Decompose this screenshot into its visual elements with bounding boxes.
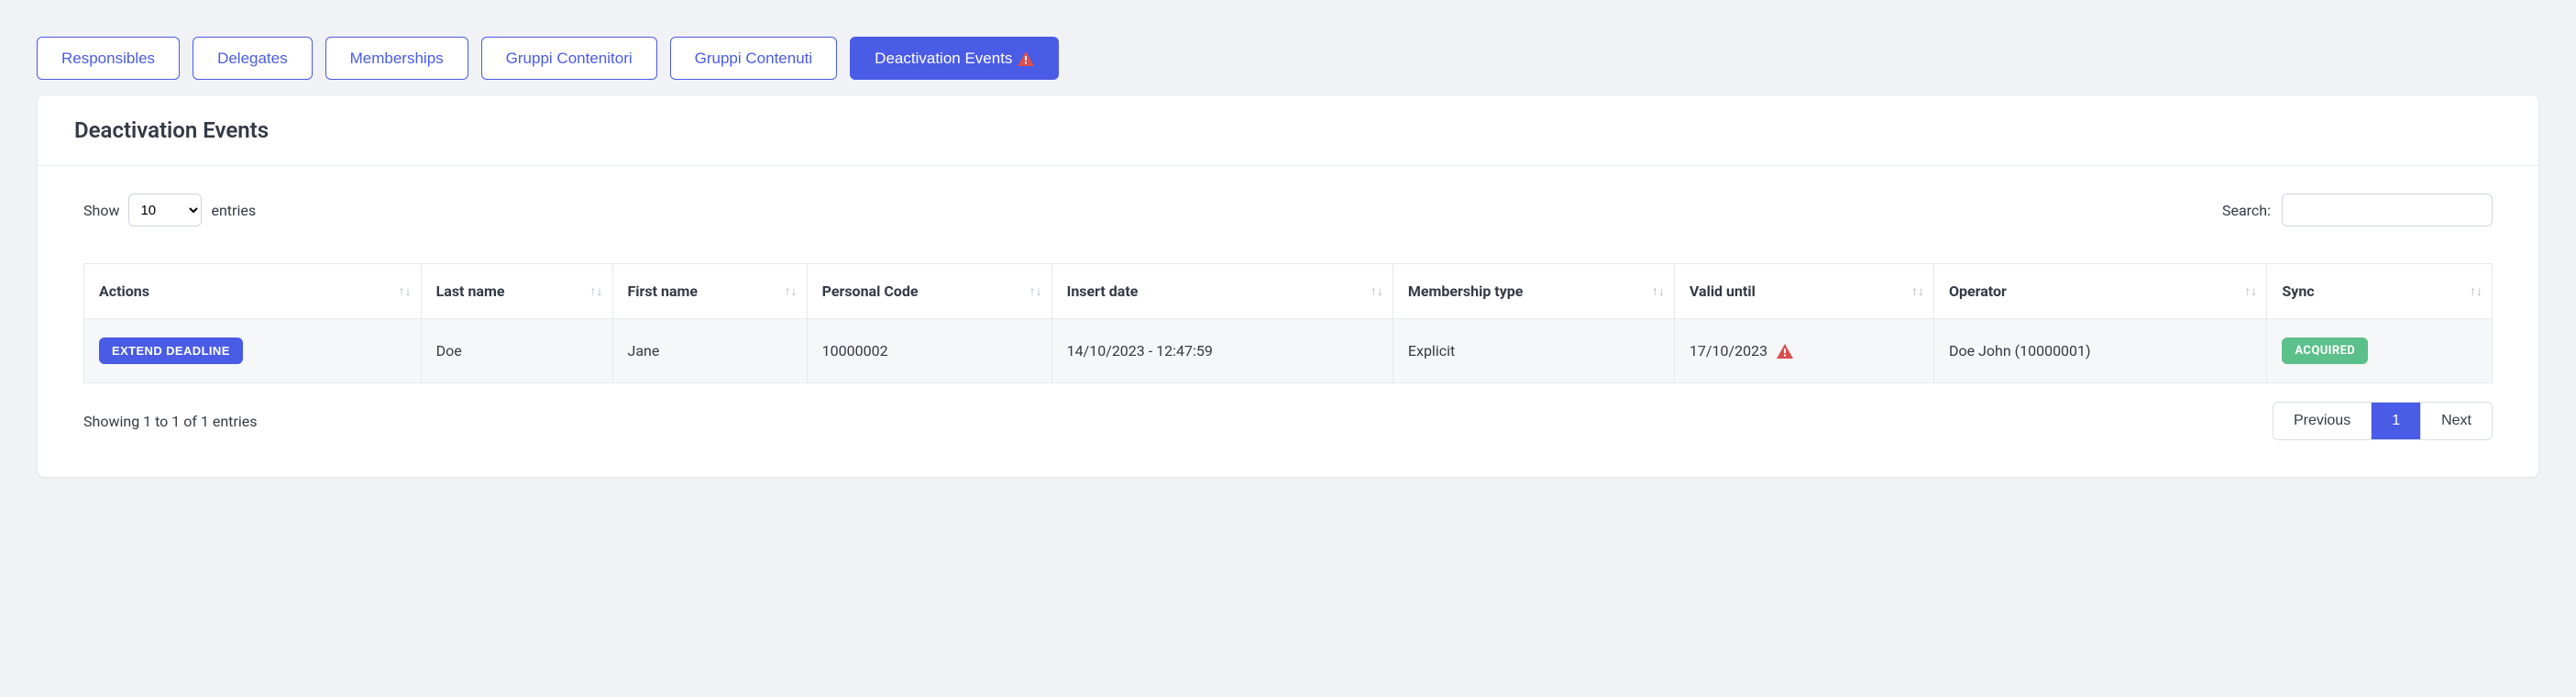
tab-memberships[interactable]: Memberships [325,37,468,80]
warning-icon [1018,51,1034,66]
sort-arrows-icon: ↑↓ [1371,285,1383,298]
tab-gruppi-contenuti[interactable]: Gruppi Contenuti [670,37,838,80]
page-size-select[interactable]: 10 [128,194,202,227]
sort-arrows-icon: ↑↓ [785,285,798,298]
column-label: Insert date [1067,282,1139,300]
column-label: Membership type [1408,282,1524,300]
search-input[interactable] [2282,194,2493,227]
column-header-sync[interactable]: Sync ↑↓ [2267,264,2493,319]
sync-badge: ACQUIRED [2282,337,2368,364]
cell-personal-code: 10000002 [807,319,1051,383]
entries-control: Show 10 entries [83,194,256,227]
column-label: Actions [99,282,149,300]
cell-membership-type: Explicit [1393,319,1674,383]
tab-label: Delegates [217,50,288,66]
tab-delegates[interactable]: Delegates [193,37,313,80]
column-label: Personal Code [822,282,919,300]
search-label: Search: [2222,202,2271,219]
cell-first-name: Jane [612,319,807,383]
tab-label: Gruppi Contenuti [695,50,813,66]
tab-responsibles[interactable]: Responsibles [37,37,180,80]
deactivation-events-panel: Deactivation Events Show 10 entries Sear… [37,94,2539,478]
cell-last-name: Doe [421,319,612,383]
cell-valid-until: 17/10/2023 [1674,319,1933,383]
cell-sync: ACQUIRED [2267,319,2493,383]
cell-actions: EXTEND DEADLINE [84,319,422,383]
column-header-valid-until[interactable]: Valid until ↑↓ [1674,264,1933,319]
show-label-before: Show [83,202,119,219]
cell-insert-date: 14/10/2023 - 12:47:59 [1051,319,1393,383]
sort-arrows-icon: ↑↓ [1029,285,1042,298]
column-label: Last name [436,282,505,300]
valid-until-text: 17/10/2023 [1690,342,1767,360]
previous-page-button[interactable]: Previous [2273,403,2372,439]
column-header-operator[interactable]: Operator ↑↓ [1933,264,2266,319]
tab-deactivation-events[interactable]: Deactivation Events [850,37,1059,80]
tab-label: Memberships [350,50,444,66]
column-label: Operator [1949,282,2007,300]
sort-arrows-icon: ↑↓ [590,285,603,298]
sort-arrows-icon: ↑↓ [1911,285,1924,298]
page-number-button[interactable]: 1 [2372,403,2421,439]
events-table: Actions↑↓Last name↑↓First name↑↓Personal… [83,263,2493,383]
tabs-bar: Responsibles Delegates Memberships Gruppi C… [37,37,2539,80]
column-header-personal-code[interactable]: Personal Code ↑↓ [807,264,1051,319]
tab-label: Gruppi Contenitori [506,50,633,66]
sort-arrows-icon: ↑↓ [2470,285,2482,298]
next-page-button[interactable]: Next [2421,403,2492,439]
pagination: Previous1Next [2273,402,2493,440]
panel-title: Deactivation Events [38,95,2538,166]
tab-label: Deactivation Events [875,50,1012,66]
tab-gruppi-contenitori[interactable]: Gruppi Contenitori [481,37,657,80]
sort-arrows-icon: ↑↓ [1652,285,1665,298]
sort-arrows-icon: ↑↓ [399,285,412,298]
cell-operator: Doe John (10000001) [1933,319,2266,383]
column-label: Sync [2282,282,2314,300]
column-header-insert-date[interactable]: Insert date ↑↓ [1051,264,1393,319]
showing-text: Showing 1 to 1 of 1 entries [83,413,257,430]
column-header-last-name[interactable]: Last name ↑↓ [421,264,612,319]
extend-deadline-button[interactable]: EXTEND DEADLINE [99,337,243,364]
column-header-first-name[interactable]: First name ↑↓ [612,264,807,319]
warning-icon [1777,344,1793,359]
column-header-membership-type[interactable]: Membership type ↑↓ [1393,264,1674,319]
show-label-after: entries [211,202,256,219]
column-label: First name [628,282,699,300]
search-control: Search: [2222,194,2493,227]
column-label: Valid until [1690,282,1756,300]
tab-label: Responsibles [61,50,155,66]
column-header-actions[interactable]: Actions ↑↓ [84,264,422,319]
sort-arrows-icon: ↑↓ [2244,285,2257,298]
table-row: EXTEND DEADLINE DoeJane1000000214/10/2023… [84,319,2493,383]
